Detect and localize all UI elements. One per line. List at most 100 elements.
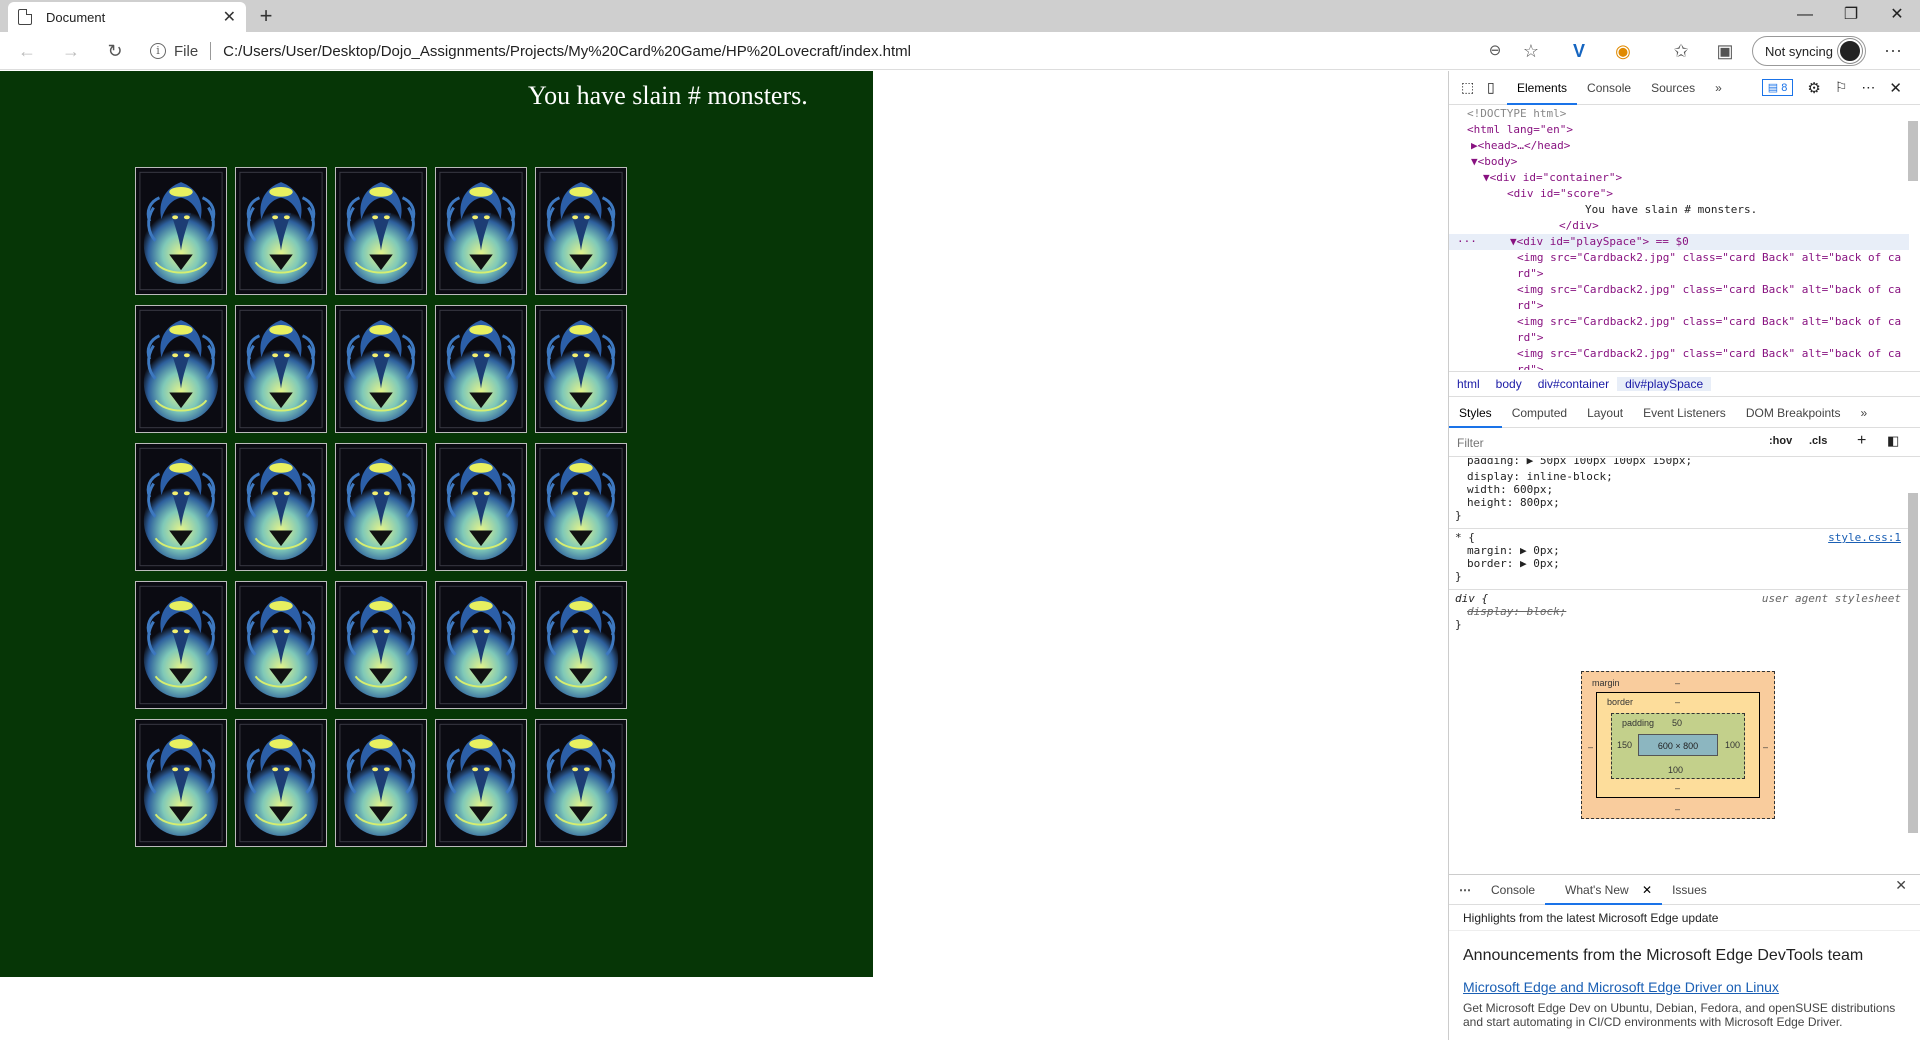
card-back[interactable] [135,443,227,571]
tab-layout[interactable]: Layout [1577,406,1633,420]
dom-line[interactable]: <!DOCTYPE html> [1449,106,1909,122]
more-menu-icon[interactable]: ⋯ [1880,38,1906,64]
card-back[interactable] [435,443,527,571]
card-back[interactable] [235,167,327,295]
box-padding-right[interactable]: 100 [1725,740,1740,750]
drawer-menu-icon[interactable]: ⋯ [1449,883,1481,897]
minimize-button[interactable]: — [1782,0,1828,30]
styles-scrollbar[interactable] [1908,493,1918,833]
dom-line[interactable]: <div id="score"> [1449,186,1909,202]
style-prop-border[interactable]: border: ▶ 0px; [1455,557,1905,570]
card-back[interactable] [535,167,627,295]
drawer-tab-issues[interactable]: Issues [1662,883,1717,897]
box-padding-left[interactable]: 150 [1617,740,1632,750]
feedback-icon[interactable]: ⚐ [1835,79,1848,96]
forward-arrow-icon[interactable]: → [58,38,84,64]
card-back[interactable] [235,305,327,433]
style-prop-margin[interactable]: margin: ▶ 0px; [1455,544,1905,557]
card-back[interactable] [435,581,527,709]
issues-badge[interactable]: ▤ 8 [1761,79,1794,96]
card-back[interactable] [335,443,427,571]
card-back[interactable] [435,719,527,847]
card-back[interactable] [135,581,227,709]
url-text[interactable]: C:/Users/User/Desktop/Dojo_Assignments/P… [223,43,911,60]
tab-sources[interactable]: Sources [1641,71,1705,105]
rule-source-link[interactable]: style.css:1 [1828,531,1901,544]
dom-line[interactable]: rd"> [1449,362,1909,370]
extension-2-icon[interactable]: ◉ [1610,38,1636,64]
card-back[interactable] [335,581,427,709]
tab-event-listeners[interactable]: Event Listeners [1633,406,1736,420]
hov-toggle[interactable]: :hov [1769,435,1792,447]
dom-line[interactable]: <img src="Cardback2.jpg" class="card Bac… [1449,346,1909,362]
sidebar-toggle-icon[interactable]: ◧ [1887,433,1899,449]
styles-filter-input[interactable] [1455,433,1755,453]
more-tabs-button[interactable]: » [1705,71,1732,105]
box-border-bottom[interactable]: – [1675,783,1680,793]
tab-computed[interactable]: Computed [1502,406,1577,420]
box-border-top[interactable]: – [1675,697,1680,707]
dom-line[interactable]: ▶<head>…</head> [1449,138,1909,154]
address-bar[interactable]: i File C:/Users/User/Desktop/Dojo_Assign… [150,36,1500,66]
more-options-icon[interactable]: ⋯ [1861,79,1875,96]
announcement-link[interactable]: Microsoft Edge and Microsoft Edge Driver… [1463,979,1907,995]
dom-line[interactable]: ▼<div id="container"> [1449,170,1909,186]
box-padding-top[interactable]: 50 [1672,718,1682,728]
card-back[interactable] [535,305,627,433]
card-back[interactable] [135,167,227,295]
new-tab-button[interactable]: + [254,4,278,28]
dom-line-selected[interactable]: ··· ▼<div id="playSpace"> == $0 [1449,234,1909,250]
dom-line[interactable]: <img src="Cardback2.jpg" class="card Bac… [1449,282,1909,298]
collections-icon[interactable]: ▣ [1712,38,1738,64]
style-prop-width[interactable]: width: 600px; [1455,483,1905,496]
favorite-add-icon[interactable]: ☆ [1518,38,1544,64]
card-back[interactable] [535,581,627,709]
dom-line[interactable]: <html lang="en"> [1449,122,1909,138]
card-back[interactable] [235,581,327,709]
dom-tree[interactable]: <!DOCTYPE html> <html lang="en"> ▶<head>… [1449,106,1909,370]
card-back[interactable] [535,443,627,571]
refresh-icon[interactable]: ↻ [102,38,128,64]
breadcrumb-item[interactable]: div#playSpace [1617,377,1712,391]
box-content[interactable]: 600 × 800 [1638,734,1718,756]
card-back[interactable] [435,305,527,433]
card-back[interactable] [335,167,427,295]
dom-line[interactable]: </div> [1449,218,1909,234]
drawer-tab-whats-new[interactable]: What's New ✕ [1545,883,1663,905]
breadcrumb-item[interactable]: div#container [1530,377,1617,391]
box-margin-bottom[interactable]: – [1675,804,1680,814]
close-window-button[interactable]: ✕ [1874,0,1920,30]
tab-elements[interactable]: Elements [1507,71,1578,105]
style-prop-display[interactable]: display: inline-block; [1455,470,1905,483]
card-back[interactable] [535,719,627,847]
sync-button[interactable]: Not syncing [1752,36,1866,66]
dom-line[interactable]: ▼<body> [1449,154,1909,170]
device-icon[interactable]: ▯ [1487,79,1507,96]
dom-line[interactable]: rd"> [1449,330,1909,346]
tab-close-icon[interactable]: ✕ [223,7,236,27]
card-back[interactable] [335,305,427,433]
dom-scrollbar[interactable] [1908,121,1918,181]
tab-styles[interactable]: Styles [1449,406,1502,428]
gear-icon[interactable]: ⚙ [1807,79,1820,97]
breadcrumb-item[interactable]: body [1488,377,1530,391]
dom-line[interactable]: <img src="Cardback2.jpg" class="card Bac… [1449,314,1909,330]
style-prop-display-overridden[interactable]: display: block; [1455,605,1905,618]
card-back[interactable] [235,719,327,847]
dom-line[interactable]: rd"> [1449,298,1909,314]
breadcrumb-item[interactable]: html [1449,377,1488,391]
inspect-icon[interactable]: ⬚ [1461,79,1481,96]
extension-icon[interactable]: V [1566,38,1592,64]
dom-line[interactable]: rd"> [1449,266,1909,282]
box-margin-right[interactable]: – [1763,742,1768,752]
dom-line[interactable]: You have slain # monsters. [1449,202,1909,218]
close-devtools-icon[interactable]: ✕ [1889,79,1902,97]
favorites-icon[interactable]: ✩ [1668,38,1694,64]
close-drawer-icon[interactable]: ✕ [1885,877,1917,894]
box-margin-left[interactable]: – [1588,742,1593,752]
style-prop-height[interactable]: height: 800px; [1455,496,1905,509]
zoom-icon[interactable]: ⊖ [1482,38,1508,64]
style-prop-padding[interactable]: padding: ▶ 50px 100px 100px 150px; [1455,458,1905,470]
tab-console[interactable]: Console [1577,71,1641,105]
card-back[interactable] [135,305,227,433]
